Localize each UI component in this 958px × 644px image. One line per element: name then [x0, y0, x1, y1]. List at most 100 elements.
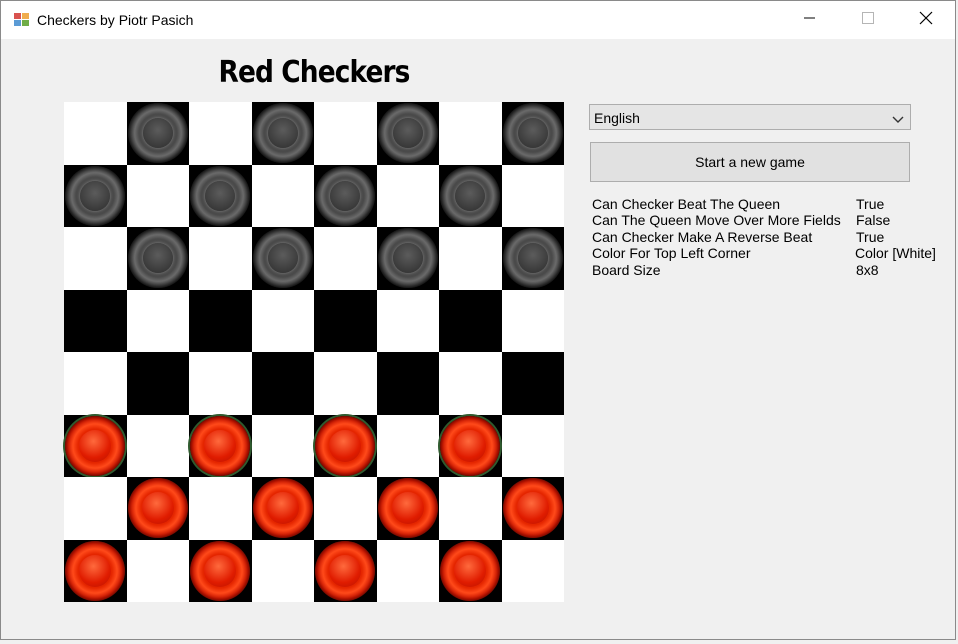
- settings-list: Can Checker Beat The Queen True Can The Qu…: [592, 196, 952, 278]
- board-square[interactable]: [314, 539, 377, 602]
- board-square[interactable]: [501, 289, 564, 352]
- board-square[interactable]: [126, 102, 189, 165]
- board-square[interactable]: [64, 164, 127, 227]
- board-square[interactable]: [501, 227, 564, 290]
- dark-checker-piece[interactable]: [502, 228, 563, 289]
- red-checker-piece[interactable]: [315, 540, 376, 601]
- board-square[interactable]: [251, 227, 314, 290]
- dark-checker-piece[interactable]: [252, 103, 313, 164]
- board-square[interactable]: [314, 477, 377, 540]
- board-square[interactable]: [251, 102, 314, 165]
- red-checker-piece[interactable]: [252, 478, 313, 539]
- dark-checker-piece[interactable]: [65, 165, 126, 226]
- red-checker-piece[interactable]: [65, 540, 126, 601]
- board-square[interactable]: [376, 289, 439, 352]
- red-checker-piece[interactable]: [502, 478, 563, 539]
- board-square[interactable]: [251, 289, 314, 352]
- board-square[interactable]: [251, 352, 314, 415]
- board-square[interactable]: [439, 102, 502, 165]
- board-square[interactable]: [189, 164, 252, 227]
- dark-checker-piece[interactable]: [377, 228, 438, 289]
- board-square[interactable]: [64, 289, 127, 352]
- board-square[interactable]: [376, 477, 439, 540]
- board-square[interactable]: [501, 164, 564, 227]
- board-square[interactable]: [314, 227, 377, 290]
- board-square[interactable]: [251, 477, 314, 540]
- board-square[interactable]: [314, 102, 377, 165]
- board-square[interactable]: [64, 227, 127, 290]
- board-square[interactable]: [376, 164, 439, 227]
- setting-label: Color For Top Left Corner: [592, 245, 751, 262]
- board-square[interactable]: [126, 352, 189, 415]
- board-square[interactable]: [376, 227, 439, 290]
- close-button[interactable]: [897, 1, 955, 39]
- board-square[interactable]: [501, 477, 564, 540]
- board-square[interactable]: [501, 539, 564, 602]
- settings-row: Can The Queen Move Over More Fields False: [592, 212, 952, 228]
- board-square[interactable]: [314, 414, 377, 477]
- dark-checker-piece[interactable]: [190, 165, 251, 226]
- board-square[interactable]: [439, 539, 502, 602]
- language-select[interactable]: English: [589, 104, 911, 130]
- dark-checker-piece[interactable]: [127, 228, 188, 289]
- setting-label: Board Size: [592, 261, 661, 278]
- board-square[interactable]: [251, 539, 314, 602]
- board-square[interactable]: [189, 102, 252, 165]
- board-square[interactable]: [126, 414, 189, 477]
- board-square[interactable]: [189, 289, 252, 352]
- board-square[interactable]: [64, 477, 127, 540]
- board-square[interactable]: [314, 289, 377, 352]
- board-square[interactable]: [64, 102, 127, 165]
- board-square[interactable]: [376, 102, 439, 165]
- red-checker-piece[interactable]: [440, 540, 501, 601]
- maximize-button[interactable]: [839, 1, 897, 39]
- board-square[interactable]: [439, 289, 502, 352]
- board-square[interactable]: [439, 164, 502, 227]
- board-square[interactable]: [439, 477, 502, 540]
- board-square[interactable]: [314, 352, 377, 415]
- title-bar: Checkers by Piotr Pasich: [1, 1, 955, 39]
- red-checker-piece[interactable]: [315, 415, 376, 476]
- board-square[interactable]: [126, 289, 189, 352]
- red-checker-piece[interactable]: [65, 415, 126, 476]
- board-square[interactable]: [189, 227, 252, 290]
- board-square[interactable]: [376, 414, 439, 477]
- red-checker-piece[interactable]: [190, 540, 251, 601]
- board-square[interactable]: [439, 352, 502, 415]
- board-square[interactable]: [314, 164, 377, 227]
- dark-checker-piece[interactable]: [252, 228, 313, 289]
- board-square[interactable]: [501, 352, 564, 415]
- window-title: Checkers by Piotr Pasich: [37, 12, 194, 28]
- dark-checker-piece[interactable]: [440, 165, 501, 226]
- board-square[interactable]: [64, 539, 127, 602]
- board-square[interactable]: [126, 477, 189, 540]
- board-square[interactable]: [376, 539, 439, 602]
- board-square[interactable]: [501, 102, 564, 165]
- dark-checker-piece[interactable]: [377, 103, 438, 164]
- board-square[interactable]: [439, 227, 502, 290]
- board-square[interactable]: [189, 414, 252, 477]
- dark-checker-piece[interactable]: [127, 103, 188, 164]
- board-square[interactable]: [64, 414, 127, 477]
- board-square[interactable]: [251, 164, 314, 227]
- start-new-game-button[interactable]: Start a new game: [590, 142, 910, 182]
- board-square[interactable]: [64, 352, 127, 415]
- board-square[interactable]: [189, 539, 252, 602]
- board-square[interactable]: [189, 352, 252, 415]
- checkers-board[interactable]: [64, 102, 564, 602]
- board-square[interactable]: [376, 352, 439, 415]
- board-square[interactable]: [126, 164, 189, 227]
- board-square[interactable]: [126, 539, 189, 602]
- board-square[interactable]: [189, 477, 252, 540]
- red-checker-piece[interactable]: [190, 415, 251, 476]
- minimize-button[interactable]: [781, 1, 839, 39]
- red-checker-piece[interactable]: [440, 415, 501, 476]
- board-square[interactable]: [126, 227, 189, 290]
- board-square[interactable]: [251, 414, 314, 477]
- dark-checker-piece[interactable]: [502, 103, 563, 164]
- board-square[interactable]: [501, 414, 564, 477]
- red-checker-piece[interactable]: [127, 478, 188, 539]
- red-checker-piece[interactable]: [377, 478, 438, 539]
- board-square[interactable]: [439, 414, 502, 477]
- dark-checker-piece[interactable]: [315, 165, 376, 226]
